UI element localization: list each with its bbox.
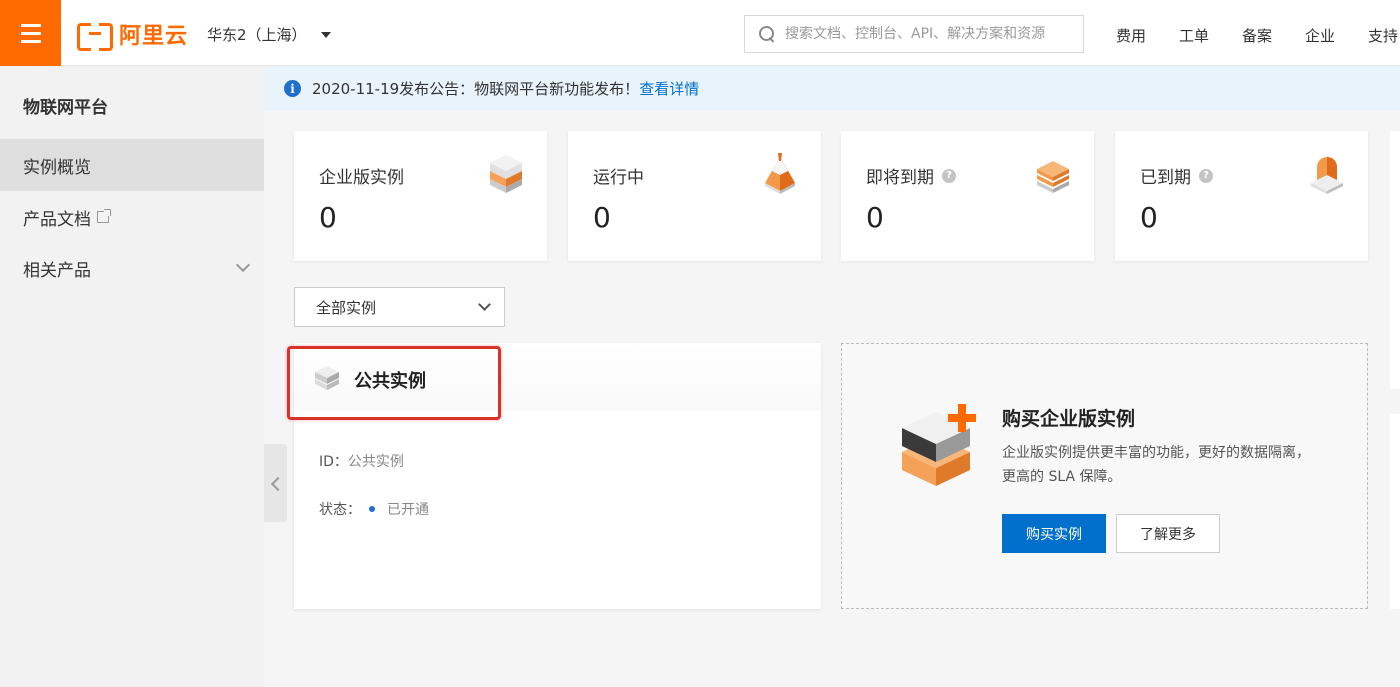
server-plus-icon <box>902 404 976 486</box>
buy-instance-button[interactable]: 购买实例 <box>1002 514 1106 553</box>
global-search[interactable] <box>744 15 1084 53</box>
stat-card-expiring: 即将到期? 0 <box>841 131 1094 261</box>
stat-label: 运行中 <box>593 168 644 188</box>
sidebar-collapse-handle[interactable] <box>264 444 287 522</box>
nav-fees[interactable]: 费用 <box>1116 25 1179 46</box>
info-icon: i <box>284 80 301 97</box>
top-nav: 费用 工单 备案 企业 支持 <box>1116 25 1400 46</box>
buy-enterprise-promo: 购买企业版实例 企业版实例提供更丰富的功能，更好的数据隔离，更高的 SLA 保障… <box>841 343 1368 609</box>
public-instance-card[interactable]: 公共实例 ID： 公共实例 状态： 已开通 <box>294 343 821 609</box>
instance-status-row: 状态： 已开通 <box>319 499 429 519</box>
top-bar: 阿里云 华东2（上海） 费用 工单 备案 企业 支持 <box>0 0 1400 66</box>
instance-card-header: 公共实例 <box>294 343 821 411</box>
aliyun-logo[interactable]: 阿里云 <box>77 20 189 51</box>
layers-icon <box>1037 161 1069 193</box>
stat-label: 企业版实例 <box>319 168 404 188</box>
instance-status-value: 已开通 <box>387 502 429 518</box>
search-input[interactable] <box>785 26 1075 42</box>
sidebar-item-instance-overview[interactable]: 实例概览 <box>0 139 264 191</box>
region-label: 华东2（上海） <box>207 26 307 44</box>
chevron-down-icon <box>478 298 491 311</box>
instance-status-label: 状态： <box>319 502 361 518</box>
stat-value: 0 <box>866 201 884 234</box>
alarm-icon <box>1311 157 1343 194</box>
menu-icon[interactable] <box>0 0 61 66</box>
nav-icp-filing[interactable]: 备案 <box>1242 25 1305 46</box>
status-dot-icon <box>369 506 375 512</box>
instance-id-row: ID： 公共实例 <box>319 451 404 471</box>
stat-value: 0 <box>593 201 611 234</box>
nav-support[interactable]: 支持 <box>1368 25 1400 46</box>
stat-label: 即将到期 <box>866 168 934 188</box>
sidebar-item-related-products[interactable]: 相关产品 <box>0 242 264 294</box>
sidebar-item-label: 相关产品 <box>23 260 91 281</box>
announcement-bar: i 2020-11-19发布公告：物联网平台新功能发布！ 查看详情 <box>264 66 1400 111</box>
instance-filter-select[interactable]: 全部实例 <box>294 287 505 327</box>
help-icon[interactable]: ? <box>942 168 956 183</box>
stat-label: 已到期 <box>1140 168 1191 188</box>
announcement-details-link[interactable]: 查看详情 <box>639 78 699 99</box>
cube-icon <box>315 366 339 390</box>
stat-card-expired: 已到期? 0 <box>1115 131 1368 261</box>
offscreen-card <box>1390 414 1400 609</box>
sidebar-item-label: 实例概览 <box>23 157 91 178</box>
sidebar: 物联网平台 实例概览 产品文档 相关产品 <box>0 66 264 687</box>
stack-icon <box>490 155 522 193</box>
stat-value: 0 <box>319 201 337 234</box>
region-selector[interactable]: 华东2（上海） <box>207 24 331 45</box>
promo-title: 购买企业版实例 <box>1002 408 1136 430</box>
instance-id-label: ID： <box>319 454 348 470</box>
sidebar-item-product-docs[interactable]: 产品文档 <box>0 191 264 243</box>
instance-id-value: 公共实例 <box>347 454 404 470</box>
logo-mark-icon <box>77 23 113 51</box>
nav-enterprise[interactable]: 企业 <box>1305 25 1368 46</box>
sidebar-title: 物联网平台 <box>23 98 108 118</box>
chevron-down-icon <box>235 257 251 273</box>
learn-more-button[interactable]: 了解更多 <box>1116 514 1220 553</box>
instance-filter-value: 全部实例 <box>316 298 377 317</box>
logo-text: 阿里云 <box>119 24 189 49</box>
help-icon[interactable]: ? <box>1199 168 1213 183</box>
nav-tickets[interactable]: 工单 <box>1179 25 1242 46</box>
announcement-text: 2020-11-19发布公告：物联网平台新功能发布！ <box>312 80 640 98</box>
external-link-icon <box>97 209 111 223</box>
search-icon <box>759 26 775 42</box>
promo-description: 企业版实例提供更丰富的功能，更好的数据隔离，更高的 SLA 保障。 <box>1002 445 1310 485</box>
stat-value: 0 <box>1140 201 1158 234</box>
stat-card-enterprise: 企业版实例 0 <box>294 131 547 261</box>
sidebar-item-label: 产品文档 <box>23 209 91 230</box>
caret-down-icon <box>320 31 331 38</box>
instance-title[interactable]: 公共实例 <box>354 367 426 393</box>
stat-card-running: 运行中 0 <box>568 131 821 261</box>
offscreen-card <box>1390 131 1400 389</box>
pyramid-icon <box>765 153 795 194</box>
